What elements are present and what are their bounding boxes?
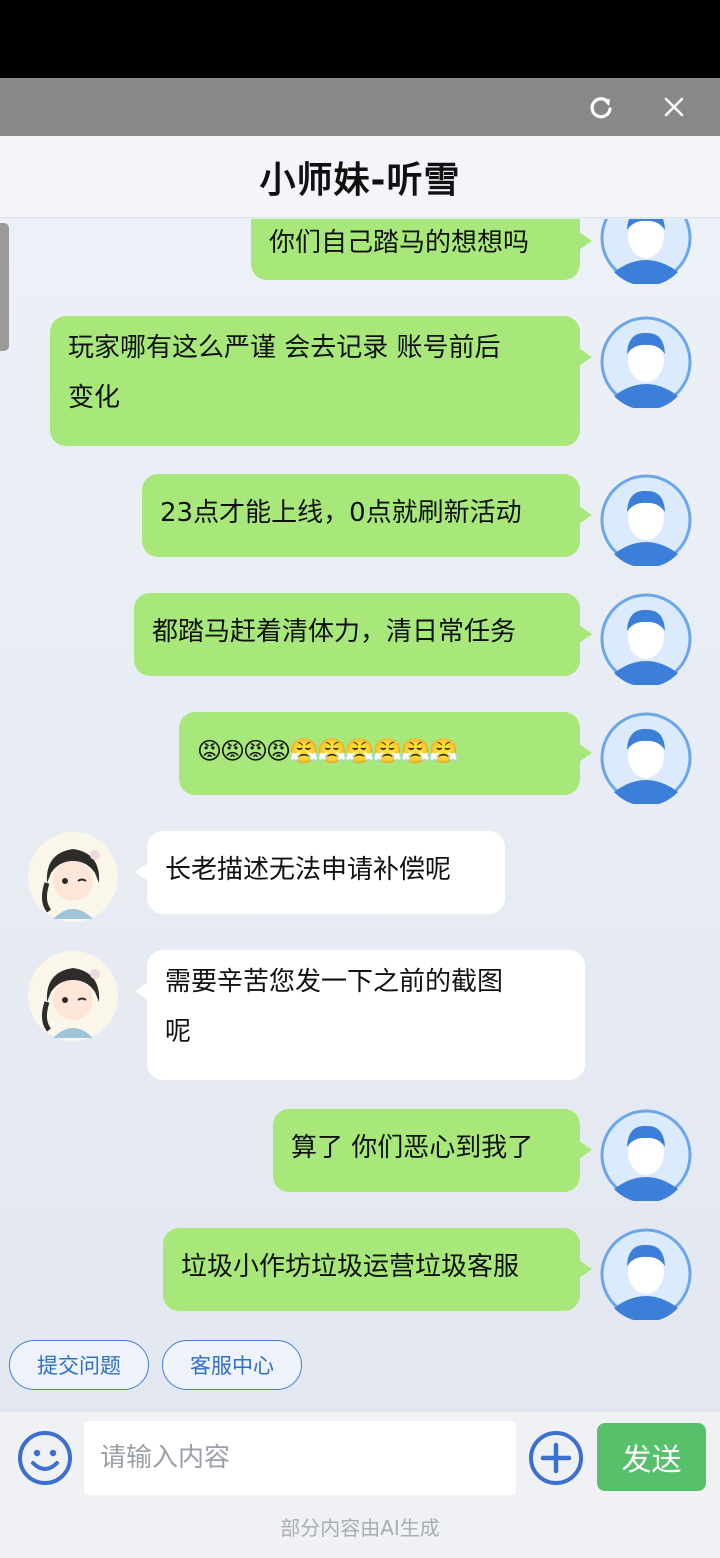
message-text-line: 呢 (165, 1017, 192, 1047)
message-text: 你们自己踏马的想想吗 (269, 228, 530, 258)
message-text-line: 玩家哪有这么严谨 会去记录 账号前后 (68, 333, 501, 363)
user-avatar-icon (600, 1109, 692, 1201)
refresh-icon (590, 97, 612, 119)
user-message: 垃圾小作坊垃圾运营垃圾客服 (163, 1228, 592, 1311)
message-emoji: 😡😡😡😡😤😤😤😤😤😤 (197, 737, 458, 765)
message-text-line: 变化 (68, 383, 121, 413)
page-title: 小师妹-听雪 (259, 159, 461, 201)
user-message: 都踏马赶着清体力，清日常任务 (134, 593, 592, 676)
service-center-chip[interactable]: 客服中心 (162, 1340, 302, 1390)
user-message: 玩家哪有这么严谨 会去记录 账号前后 变化 (50, 316, 592, 446)
user-message: 你们自己踏马的想想吗 (251, 219, 592, 280)
message-text-line: 需要辛苦您发一下之前的截图 (165, 967, 504, 997)
message-text: 垃圾小作坊垃圾运营垃圾客服 (181, 1252, 520, 1282)
emoji-button-icon[interactable] (16, 1429, 74, 1487)
close-icon (664, 97, 684, 117)
send-button[interactable]: 发送 (597, 1423, 706, 1491)
message-text: 长老描述无法申请补偿呢 (165, 855, 452, 885)
message-input[interactable] (84, 1421, 516, 1495)
status-bar (0, 0, 720, 78)
submit-issue-chip[interactable]: 提交问题 (9, 1340, 149, 1390)
input-bar: 发送 部分内容由AI生成 (0, 1412, 720, 1558)
chat-header: 小师妹-听雪 (0, 136, 720, 218)
user-avatar-icon (600, 316, 692, 408)
close-button[interactable] (654, 87, 694, 127)
ai-disclaimer: 部分内容由AI生成 (280, 1516, 440, 1540)
agent-message: 长老描述无法申请补偿呢 (135, 831, 505, 914)
add-icon[interactable] (527, 1429, 585, 1487)
user-message: 算了 你们恶心到我了 (273, 1109, 592, 1192)
chat-area[interactable]: 你们自己踏马的想想吗 玩家哪有这么严谨 会去记录 账号前后 变化 23点才能上线… (0, 219, 720, 1412)
user-avatar-icon (600, 219, 692, 284)
agent-avatar-icon (28, 951, 118, 1041)
user-message: 23点才能上线，0点就刷新活动 (142, 474, 592, 557)
quick-actions: 提交问题 客服中心 (0, 1340, 720, 1392)
user-avatar-icon (600, 474, 692, 566)
message-text: 都踏马赶着清体力，清日常任务 (152, 617, 517, 647)
message-text: 算了 你们恶心到我了 (291, 1133, 534, 1163)
refresh-button[interactable] (581, 87, 621, 127)
scrollbar[interactable] (0, 223, 9, 351)
agent-message: 需要辛苦您发一下之前的截图 呢 (135, 950, 585, 1080)
browser-top-bar (0, 78, 720, 136)
user-avatar-icon (600, 1228, 692, 1320)
user-message: 😡😡😡😡😤😤😤😤😤😤 (179, 712, 592, 795)
user-avatar-icon (600, 712, 692, 804)
message-text: 23点才能上线，0点就刷新活动 (160, 498, 522, 528)
agent-avatar-icon (28, 832, 118, 922)
user-avatar-icon (600, 593, 692, 685)
